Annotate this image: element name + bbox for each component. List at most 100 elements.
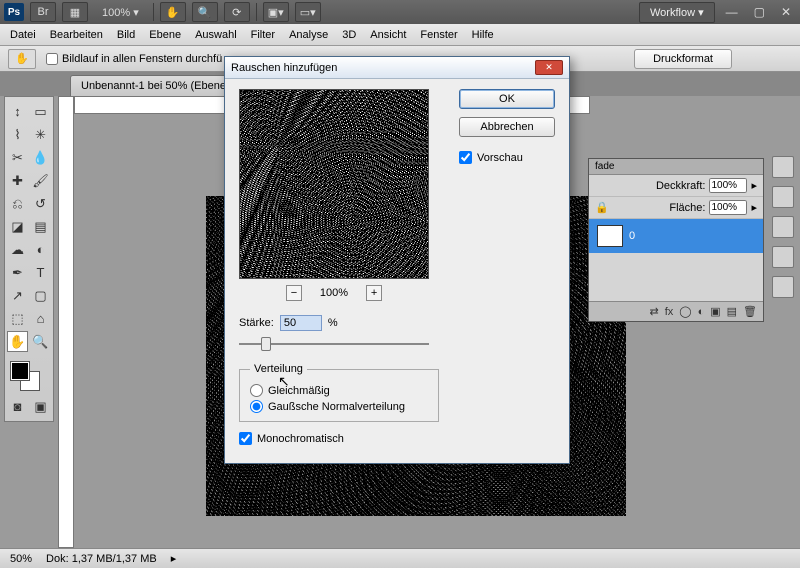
monochromatic-label: Monochromatisch [257,433,344,445]
dialog-titlebar[interactable]: Rauschen hinzufügen ✕ [225,57,569,79]
status-docsize: Dok: 1,37 MB/1,37 MB [46,553,157,565]
delete-icon[interactable]: 🗑 [743,305,757,318]
dock-layers-icon[interactable] [772,156,794,178]
menu-fenster[interactable]: Fenster [420,29,457,41]
preview-zoom-value: 100% [320,287,348,299]
history-brush-tool[interactable]: ↺ [30,193,51,214]
status-bar: 50% Dok: 1,37 MB/1,37 MB ▸ [0,548,800,568]
heal-tool[interactable]: ✚ [7,170,28,191]
zoom-quick[interactable]: 🔍 [192,2,218,22]
adjustment-icon[interactable]: ◐ [698,306,705,318]
amount-field[interactable] [280,315,322,331]
maximize-icon[interactable]: ▢ [749,5,770,19]
foreground-color-swatch[interactable] [11,362,29,380]
opacity-field[interactable] [709,178,747,193]
3d-camera-tool[interactable]: ⌂ [30,308,51,329]
status-zoom[interactable]: 50% [10,553,32,565]
scroll-all-checkbox[interactable]: Bildlauf in allen Fenstern durchfü [46,53,222,65]
dock-adjust-icon[interactable] [772,246,794,268]
menu-bearbeiten[interactable]: Bearbeiten [50,29,103,41]
right-dock-strip [772,156,796,298]
hand-tool[interactable]: ✋ [7,331,28,352]
menu-analyse[interactable]: Analyse [289,29,328,41]
slider-thumb[interactable] [261,337,271,351]
arrange-button[interactable]: ▣▾ [263,2,289,22]
3d-tool[interactable]: ⬚ [7,308,28,329]
new-layer-icon[interactable]: ▤ [727,305,737,318]
zoom-tool[interactable]: 🔍 [30,331,51,352]
menu-datei[interactable]: Datei [10,29,36,41]
workspace-picker[interactable]: Workflow ▾ [639,2,715,23]
quickmask-toggle[interactable]: ◙ [7,396,28,417]
chevron-icon[interactable]: ▸ [751,201,757,214]
amount-slider[interactable] [239,337,429,351]
print-format-button[interactable]: Druckformat [634,49,732,69]
cancel-button[interactable]: Abbrechen [459,117,555,137]
tool-palette: ↕ ▭ ⌇ ✳ ✂ 💧 ✚ 🖌 ⎌ ↺ ◪ ▤ ☁ ◐ ✒ T ↗ ▢ ⬚ ⌂ … [4,96,54,422]
current-tool-icon[interactable]: ✋ [8,49,36,69]
ok-button[interactable]: OK [459,89,555,109]
menu-ebene[interactable]: Ebene [149,29,181,41]
stamp-tool[interactable]: ⎌ [7,193,28,214]
brush-tool[interactable]: 🖌 [30,170,51,191]
dock-paths-icon[interactable] [772,216,794,238]
menu-ansicht[interactable]: Ansicht [370,29,406,41]
hand-quick[interactable]: ✋ [160,2,186,22]
link-icon[interactable]: ⇄ [649,305,658,318]
shape-tool[interactable]: ▢ [30,285,51,306]
path-tool[interactable]: ↗ [7,285,28,306]
blur-tool[interactable]: ☁ [7,239,28,260]
gaussian-label: Gaußsche Normalverteilung [268,401,405,413]
gaussian-radio[interactable]: Gaußsche Normalverteilung [250,400,428,413]
ps-logo: Ps [4,3,24,21]
menu-3d[interactable]: 3D [342,29,356,41]
folder-icon[interactable]: ▣ [710,305,720,318]
zoom-out-button[interactable]: − [286,285,302,301]
menu-hilfe[interactable]: Hilfe [472,29,494,41]
eraser-tool[interactable]: ◪ [7,216,28,237]
eyedropper-tool[interactable]: 💧 [30,147,51,168]
fx-icon[interactable]: fx [665,306,674,318]
document-tab[interactable]: Unbenannt-1 bei 50% (Ebene [70,75,237,96]
bridge-button[interactable]: Br [30,2,56,22]
wand-tool[interactable]: ✳ [30,124,51,145]
move-tool[interactable]: ↕ [7,101,28,122]
preview-checkbox[interactable]: Vorschau [459,151,555,164]
dock-channels-icon[interactable] [772,186,794,208]
pen-tool[interactable]: ✒ [7,262,28,283]
dialog-close-button[interactable]: ✕ [535,60,563,75]
menu-bild[interactable]: Bild [117,29,135,41]
menu-auswahl[interactable]: Auswahl [195,29,237,41]
fill-field[interactable] [709,200,747,215]
color-swatches[interactable] [7,358,51,394]
layout-button[interactable]: ▦ [62,2,88,22]
lock-icon[interactable]: 🔒 [595,201,609,214]
uniform-radio[interactable]: Gleichmäßig [250,384,428,397]
marquee-tool[interactable]: ▭ [30,101,51,122]
chevron-icon[interactable]: ▸ [751,179,757,192]
lasso-tool[interactable]: ⌇ [7,124,28,145]
ruler-vertical [58,96,74,548]
monochromatic-checkbox[interactable]: Monochromatisch [239,432,555,445]
screenmode-toggle[interactable]: ▣ [30,396,51,417]
noise-preview[interactable] [239,89,429,279]
menu-filter[interactable]: Filter [251,29,275,41]
distribution-legend: Verteilung [250,363,307,375]
zoom-in-button[interactable]: + [366,285,382,301]
layer-row-active[interactable]: 0 [589,219,763,253]
dock-styles-icon[interactable] [772,276,794,298]
chevron-right-icon[interactable]: ▸ [171,552,177,565]
type-tool[interactable]: T [30,262,51,283]
zoom-select[interactable]: 100% ▾ [94,6,147,19]
close-icon[interactable]: ✕ [776,5,796,19]
screen-mode-button[interactable]: ▭▾ [295,2,321,22]
dialog-title: Rauschen hinzufügen [231,62,535,74]
gradient-tool[interactable]: ▤ [30,216,51,237]
rotate-quick[interactable]: ⟳ [224,2,250,22]
crop-tool[interactable]: ✂ [7,147,28,168]
dodge-tool[interactable]: ◐ [30,239,51,260]
preview-label: Vorschau [477,152,523,164]
mask-icon[interactable]: ◯ [679,305,691,318]
layers-panel-tab[interactable]: fade [589,159,763,175]
minimize-icon[interactable]: — [721,5,743,19]
